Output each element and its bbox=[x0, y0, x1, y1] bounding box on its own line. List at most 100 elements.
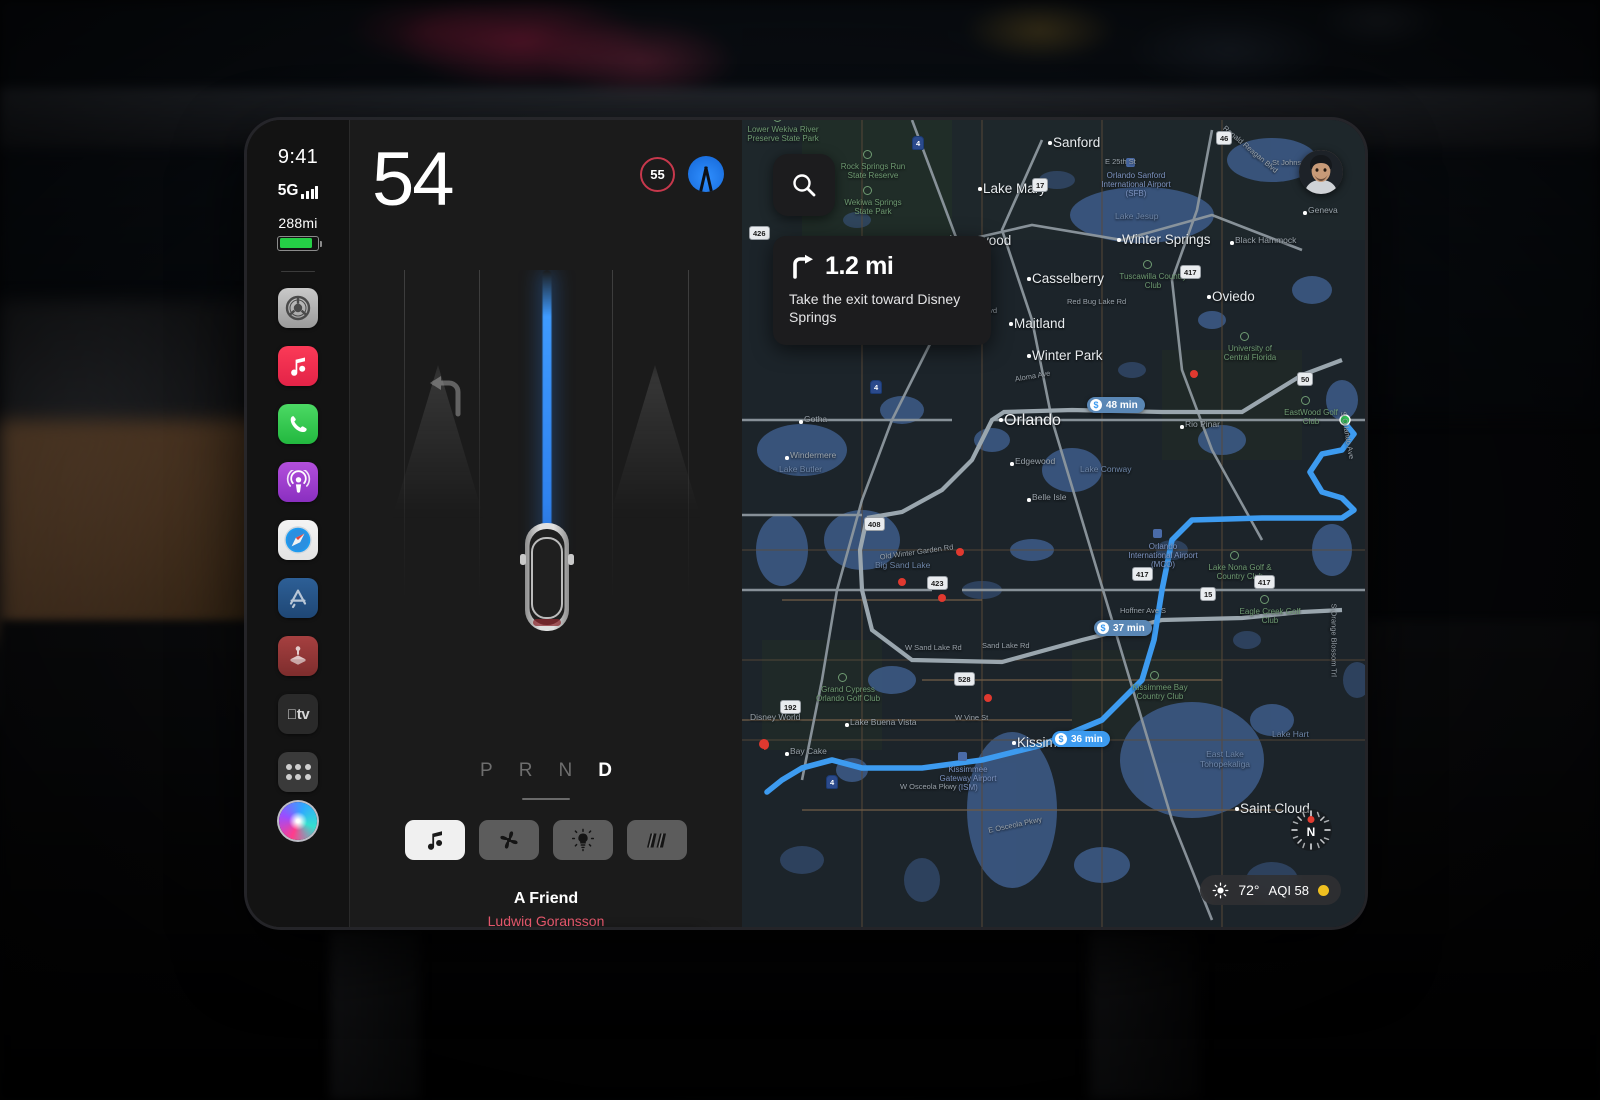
route-eta-badge[interactable]: $36 min bbox=[1052, 731, 1110, 747]
avatar-photo bbox=[1299, 150, 1343, 194]
gear-indicator-underline bbox=[522, 798, 570, 800]
route-shield: 426 bbox=[749, 226, 770, 240]
quick-button-media[interactable] bbox=[405, 820, 465, 860]
golf-course-icon bbox=[863, 186, 872, 195]
city-dot bbox=[1027, 277, 1031, 281]
navigation-instruction-card[interactable]: 1.2 mi Take the exit toward Disney Sprin… bbox=[773, 236, 991, 345]
gear-r[interactable]: R bbox=[519, 760, 533, 782]
city-dot bbox=[1048, 141, 1052, 145]
gear-n[interactable]: N bbox=[558, 760, 572, 782]
status-time: 9:41 bbox=[277, 146, 319, 168]
network-type-label: 5G bbox=[277, 182, 299, 199]
steering-wheel-icon bbox=[285, 295, 311, 321]
route-shield: 4 bbox=[912, 136, 925, 150]
city-dot bbox=[1230, 241, 1234, 245]
sidebar-item-phone[interactable] bbox=[278, 404, 318, 444]
quick-button-seats[interactable] bbox=[627, 820, 687, 860]
sidebar-item-car-settings[interactable] bbox=[278, 288, 318, 328]
sidebar-item-all-apps[interactable] bbox=[278, 752, 318, 792]
route-shield: 46 bbox=[1216, 131, 1233, 145]
car-infotainment-display: 9:41 5G 288mi tv 54 55 P R N D A Friend … bbox=[247, 120, 1365, 927]
lightbulb-icon bbox=[571, 828, 595, 852]
city-dot bbox=[999, 418, 1003, 422]
quick-button-lights[interactable] bbox=[553, 820, 613, 860]
compass-needle bbox=[1307, 816, 1315, 823]
sidebar-item-music[interactable] bbox=[278, 346, 318, 386]
toll-icon: $ bbox=[1055, 733, 1067, 745]
aqi-status-dot bbox=[1318, 884, 1329, 896]
route-shield: 417 bbox=[1180, 265, 1201, 279]
toll-icon: $ bbox=[1090, 399, 1102, 411]
map-panel[interactable]: SanfordLake MaryLongwoodWinter SpringsCa… bbox=[742, 120, 1365, 927]
sidebar-item-podcasts[interactable] bbox=[278, 462, 318, 502]
city-dot bbox=[1012, 741, 1016, 745]
air-quality-index: AQI 58 bbox=[1268, 882, 1309, 898]
navigation-distance: 1.2 mi bbox=[825, 252, 894, 280]
cluster-indicators: 55 bbox=[640, 156, 724, 192]
map-compass[interactable]: N bbox=[1290, 809, 1332, 851]
route-shield: 50 bbox=[1297, 372, 1314, 386]
user-avatar[interactable] bbox=[1299, 150, 1343, 194]
route-shield: 4 bbox=[870, 380, 883, 394]
route-shield: 15 bbox=[1200, 587, 1217, 601]
speed-limit-sign: 55 bbox=[640, 156, 675, 192]
route-shield: 528 bbox=[954, 672, 975, 686]
golf-course-icon bbox=[1150, 671, 1159, 680]
seat-heat-icon bbox=[647, 833, 666, 848]
city-dot bbox=[1027, 498, 1031, 502]
instrument-cluster: 54 55 P R N D A Friend Ludwig Goransson bbox=[349, 120, 742, 927]
weather-aqi-widget[interactable]: 72° AQI 58 bbox=[1200, 875, 1341, 905]
quick-button-climate[interactable] bbox=[479, 820, 539, 860]
route-shield: 192 bbox=[780, 700, 801, 714]
gear-selector[interactable]: P R N D bbox=[350, 760, 742, 782]
golf-course-icon bbox=[1240, 332, 1249, 341]
route-shield: 417 bbox=[1254, 575, 1275, 589]
lane-keeping-icon[interactable] bbox=[688, 156, 724, 192]
city-dot bbox=[785, 456, 789, 460]
sidebar: 9:41 5G 288mi tv bbox=[247, 120, 349, 927]
city-dot bbox=[799, 420, 803, 424]
status-network: 5G bbox=[277, 182, 319, 199]
airport-icon bbox=[1153, 529, 1162, 538]
sidebar-divider bbox=[281, 270, 315, 272]
sidebar-item-siri[interactable] bbox=[279, 802, 317, 840]
sidebar-item-arcade[interactable] bbox=[278, 636, 318, 676]
track-artist: Ludwig Goransson bbox=[487, 913, 605, 927]
eta-label: 48 min bbox=[1106, 399, 1138, 411]
grid-dots-icon bbox=[285, 764, 311, 780]
autopilot-path-line bbox=[542, 270, 551, 560]
gear-d[interactable]: D bbox=[598, 760, 612, 782]
airport-icon bbox=[1126, 158, 1135, 167]
route-shield: 408 bbox=[864, 517, 885, 531]
sidebar-item-app-store[interactable] bbox=[278, 578, 318, 618]
city-dot bbox=[785, 752, 789, 756]
range-label: 288mi bbox=[278, 214, 318, 231]
arcade-joystick-icon bbox=[290, 646, 306, 665]
map-search-button[interactable] bbox=[773, 154, 835, 216]
speed-readout: 54 bbox=[372, 137, 455, 222]
fan-icon bbox=[500, 831, 518, 849]
golf-course-icon bbox=[863, 150, 872, 159]
eta-label: 36 min bbox=[1071, 733, 1103, 745]
safari-compass-icon bbox=[284, 526, 312, 554]
sidebar-item-safari[interactable] bbox=[278, 520, 318, 560]
city-dot bbox=[1010, 462, 1014, 466]
route-eta-badge[interactable]: $37 min bbox=[1094, 620, 1152, 636]
golf-course-icon bbox=[1143, 260, 1152, 269]
toll-icon: $ bbox=[1097, 622, 1109, 634]
sidebar-item-tv[interactable]: tv bbox=[278, 694, 318, 734]
track-title: A Friend bbox=[513, 890, 579, 907]
phone-icon bbox=[290, 415, 307, 432]
route-eta-badge[interactable]: $48 min bbox=[1087, 397, 1145, 413]
city-dot bbox=[1235, 807, 1239, 811]
road-visualization bbox=[350, 270, 743, 740]
destination-marker bbox=[1339, 414, 1351, 426]
music-note-icon bbox=[291, 357, 306, 376]
city-dot bbox=[1303, 211, 1307, 215]
city-dot bbox=[1009, 322, 1013, 326]
airport-icon bbox=[958, 752, 967, 761]
route-shield: 423 bbox=[927, 576, 948, 590]
app-dock: tv bbox=[278, 288, 318, 792]
gear-p[interactable]: P bbox=[480, 760, 493, 782]
weather-temperature: 72° bbox=[1238, 882, 1260, 898]
